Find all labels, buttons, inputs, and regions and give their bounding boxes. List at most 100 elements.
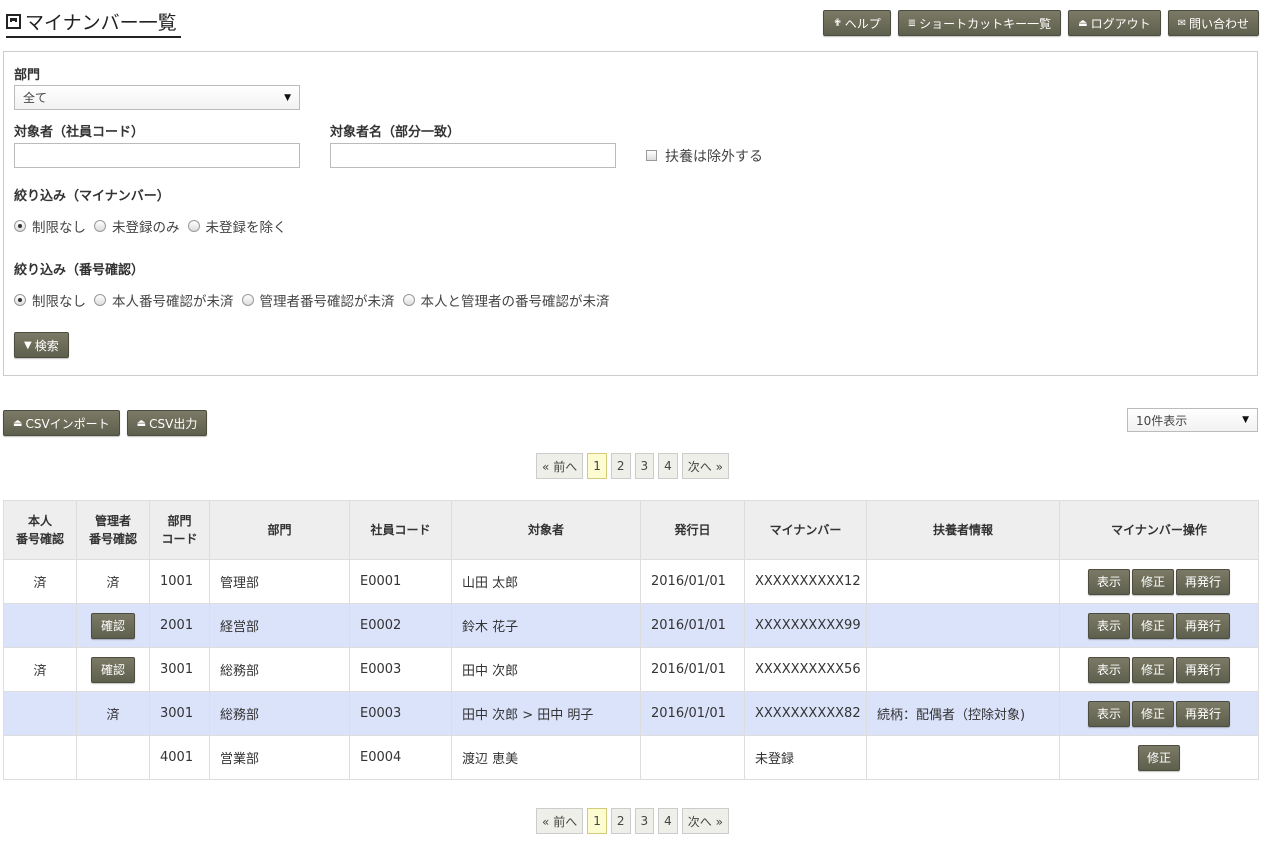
per-page-select[interactable]: 10件表示 ▼: [1127, 408, 1258, 432]
per-page-value: 10件表示: [1136, 413, 1188, 428]
radio-selected[interactable]: [14, 294, 26, 306]
chevron-down-icon: ▼: [1242, 415, 1249, 425]
cell-dept: 営業部: [209, 735, 350, 780]
cell-dept-code: 1001: [149, 559, 210, 604]
cell-mynumber-unregistered: 未登録: [744, 735, 867, 780]
shortcut-list-button[interactable]: ≣ ショートカットキー一覧: [897, 10, 1062, 36]
edit-button[interactable]: 修正: [1131, 568, 1174, 595]
radio[interactable]: [187, 220, 200, 232]
filter-confirm-option[interactable]: 本人番号確認が未済: [94, 290, 234, 310]
cell-emp-code: E0004: [349, 735, 452, 780]
confirm-button[interactable]: 確認: [90, 656, 135, 683]
help-button-label: ヘルプ: [844, 16, 881, 31]
cell-admin-check: 確認: [76, 603, 150, 648]
option-label: 管理者番号確認が未済: [259, 294, 395, 310]
person-name-label: 対象者名（部分一致）: [330, 125, 461, 140]
col-person[interactable]: 対象者: [451, 500, 641, 560]
radio[interactable]: [241, 294, 254, 306]
dept-select[interactable]: 全て ▼: [14, 85, 300, 110]
filter-mynumber-option[interactable]: 未登録を除く: [187, 216, 287, 236]
pager-prev[interactable]: « 前へ: [536, 453, 584, 479]
cell-dept: 総務部: [209, 691, 350, 736]
edit-button[interactable]: 修正: [1131, 700, 1174, 727]
pager-page[interactable]: 1: [587, 808, 607, 834]
radio[interactable]: [402, 294, 415, 306]
csv-import-button[interactable]: ⏏ CSVインポート: [3, 410, 120, 436]
pager-page[interactable]: 3: [634, 453, 655, 479]
confirm-button[interactable]: 確認: [90, 612, 135, 639]
person-name-input[interactable]: [330, 143, 616, 168]
csv-import-label: CSVインポート: [25, 416, 110, 431]
cell-person: 田中 次郎: [451, 647, 641, 692]
page-title-text: マイナンバー一覧: [25, 11, 177, 34]
col-mynumber[interactable]: マイナンバー: [744, 500, 867, 560]
mail-icon: ✉: [1177, 17, 1186, 29]
contact-button[interactable]: ✉ 問い合わせ: [1167, 10, 1259, 36]
cell-person: 鈴木 花子: [451, 603, 641, 648]
cell-self-check: 済: [3, 559, 77, 604]
pager-prev[interactable]: « 前へ: [536, 808, 584, 834]
view-button[interactable]: 表示: [1087, 568, 1130, 595]
employee-code-input[interactable]: [14, 143, 300, 168]
col-dept-code[interactable]: 部門 コード: [149, 500, 210, 560]
filter-mynumber-option[interactable]: 未登録のみ: [94, 216, 180, 236]
reissue-button[interactable]: 再発行: [1176, 612, 1231, 639]
csv-export-button[interactable]: ⏏ CSV出力: [126, 410, 208, 436]
edit-button[interactable]: 修正: [1131, 612, 1174, 639]
cell-dependent: [866, 559, 1060, 604]
pager-page[interactable]: 2: [610, 453, 631, 479]
cell-dept-code: 2001: [149, 603, 210, 648]
cell-mynumber: XXXXXXXXXX56: [744, 647, 867, 692]
search-button[interactable]: ▼ 検索: [14, 332, 69, 358]
pager-page[interactable]: 2: [610, 808, 631, 834]
edit-button[interactable]: 修正: [1137, 744, 1180, 771]
radio[interactable]: [94, 294, 106, 306]
reissue-button[interactable]: 再発行: [1176, 568, 1231, 595]
pager-next[interactable]: 次へ »: [681, 808, 729, 834]
reissue-button[interactable]: 再発行: [1176, 656, 1231, 683]
radio-selected[interactable]: [14, 220, 26, 232]
help-button[interactable]: ✟ ヘルプ: [823, 10, 891, 36]
col-dependent[interactable]: 扶養者情報: [866, 500, 1060, 560]
reissue-button[interactable]: 再発行: [1176, 700, 1231, 727]
view-button[interactable]: 表示: [1087, 700, 1130, 727]
pager-page[interactable]: 1: [587, 453, 607, 479]
filter-confirm-group: 制限なし 本人番号確認が未済 管理者番号確認が未済 本人と管理者の番号確認が未済: [14, 290, 618, 310]
cell-person: 山田 太郎: [451, 559, 641, 604]
filter-mynumber-group: 制限なし 未登録のみ 未登録を除く: [14, 216, 295, 236]
cell-dept-code: 3001: [149, 647, 210, 692]
search-button-label: 検索: [34, 338, 59, 353]
cell-ops: 修正: [1059, 735, 1259, 780]
cell-mynumber: XXXXXXXXXX99: [744, 603, 867, 648]
pager-page[interactable]: 3: [634, 808, 655, 834]
logout-button[interactable]: ⏏ ログアウト: [1068, 10, 1161, 36]
filter-confirm-option[interactable]: 管理者番号確認が未済: [241, 290, 395, 310]
cell-ops: 表示 修正 再発行: [1059, 603, 1259, 648]
col-self-check[interactable]: 本人 番号確認: [3, 500, 77, 560]
upload-icon: ⏏: [13, 417, 23, 429]
col-admin-check[interactable]: 管理者 番号確認: [76, 500, 150, 560]
view-button[interactable]: 表示: [1087, 656, 1130, 683]
pager-next[interactable]: 次へ »: [681, 453, 729, 479]
col-issued[interactable]: 発行日: [640, 500, 745, 560]
view-button[interactable]: 表示: [1087, 612, 1130, 639]
col-ops[interactable]: マイナンバー操作: [1059, 500, 1259, 560]
cell-mynumber: XXXXXXXXXX12: [744, 559, 867, 604]
radio[interactable]: [94, 220, 106, 232]
cell-person: 渡辺 恵美: [451, 735, 641, 780]
pager-bottom: « 前へ 1 2 3 4 次へ »: [0, 808, 1265, 834]
pager-page[interactable]: 4: [658, 453, 678, 479]
col-dept[interactable]: 部門: [209, 500, 350, 560]
exclude-dependents-checkbox[interactable]: 扶養は除外する: [646, 143, 763, 168]
filter-confirm-option[interactable]: 制限なし: [14, 290, 86, 310]
filter-mynumber-option[interactable]: 制限なし: [14, 216, 86, 236]
cell-dept-code: 4001: [149, 735, 210, 780]
edit-button[interactable]: 修正: [1131, 656, 1174, 683]
filter-confirm-option[interactable]: 本人と管理者の番号確認が未済: [402, 290, 610, 310]
checkbox-box[interactable]: [646, 150, 657, 161]
help-icon: ✟: [833, 17, 842, 29]
cell-ops: 表示 修正 再発行: [1059, 647, 1259, 692]
col-emp-code[interactable]: 社員コード: [349, 500, 452, 560]
pager-page[interactable]: 4: [658, 808, 678, 834]
csv-toolbar: ⏏ CSVインポート ⏏ CSV出力: [3, 410, 208, 436]
